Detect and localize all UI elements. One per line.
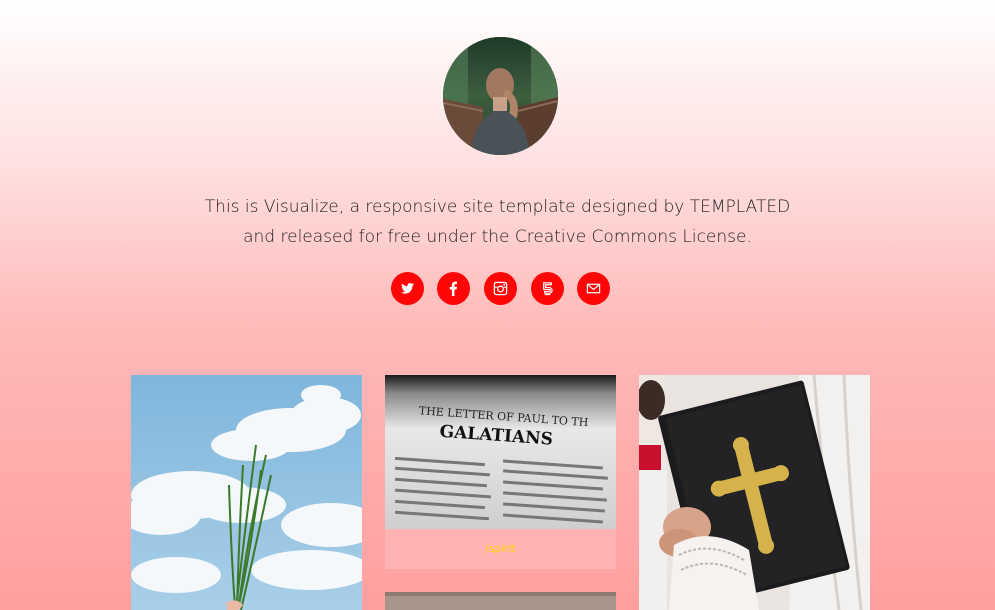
gallery: THE LETTER OF PAUL TO TH GALATIANS /spir… — [0, 0, 995, 610]
gallery-card-bible-cross[interactable] — [639, 375, 870, 610]
bible-cross-image — [639, 375, 870, 610]
gallery-card-palm-sky[interactable] — [131, 375, 362, 610]
palm-sky-image — [131, 375, 362, 610]
next-card-image — [385, 592, 616, 610]
galatians-book-image: THE LETTER OF PAUL TO TH GALATIANS — [385, 375, 616, 529]
gallery-card-galatians[interactable]: THE LETTER OF PAUL TO TH GALATIANS — [385, 375, 616, 529]
gallery-card-next[interactable] — [385, 592, 616, 610]
gallery-card-caption[interactable]: /spirit — [385, 529, 616, 569]
